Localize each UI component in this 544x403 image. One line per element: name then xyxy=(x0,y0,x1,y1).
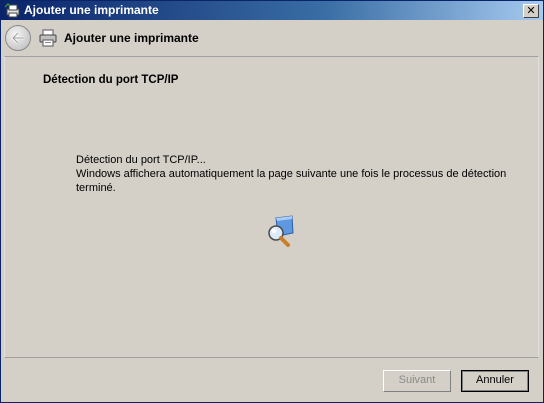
printer-wizard-icon xyxy=(5,3,20,18)
section-title: Détection du port TCP/IP xyxy=(43,74,179,86)
add-printer-window: Ajouter une imprimante ✕ Ajouter une imp… xyxy=(0,0,544,403)
cancel-button-label: Annuler xyxy=(476,374,514,386)
printer-icon xyxy=(39,29,57,47)
next-button-label: Suivant xyxy=(398,374,436,386)
window-title: Ajouter une imprimante xyxy=(24,3,159,17)
info-text-line1: Windows affichera automatiquement la pag… xyxy=(76,168,507,180)
wizard-header: Ajouter une imprimante xyxy=(1,20,543,56)
title-bar[interactable]: Ajouter une imprimante ✕ xyxy=(1,1,543,20)
header-title: Ajouter une imprimante xyxy=(64,31,199,45)
close-icon: ✕ xyxy=(526,4,536,17)
close-button[interactable]: ✕ xyxy=(523,4,539,18)
cancel-button[interactable]: Annuler xyxy=(461,370,529,392)
status-text: Détection du port TCP/IP... xyxy=(76,154,206,166)
search-network-icon xyxy=(268,215,294,247)
back-button[interactable] xyxy=(5,25,31,51)
wizard-content: Détection du port TCP/IP Détection du po… xyxy=(4,56,539,358)
next-button[interactable]: Suivant xyxy=(383,370,451,392)
wizard-footer: Suivant Annuler xyxy=(1,358,543,402)
info-text-line2: terminé. xyxy=(76,182,116,194)
back-arrow-icon xyxy=(11,32,24,44)
